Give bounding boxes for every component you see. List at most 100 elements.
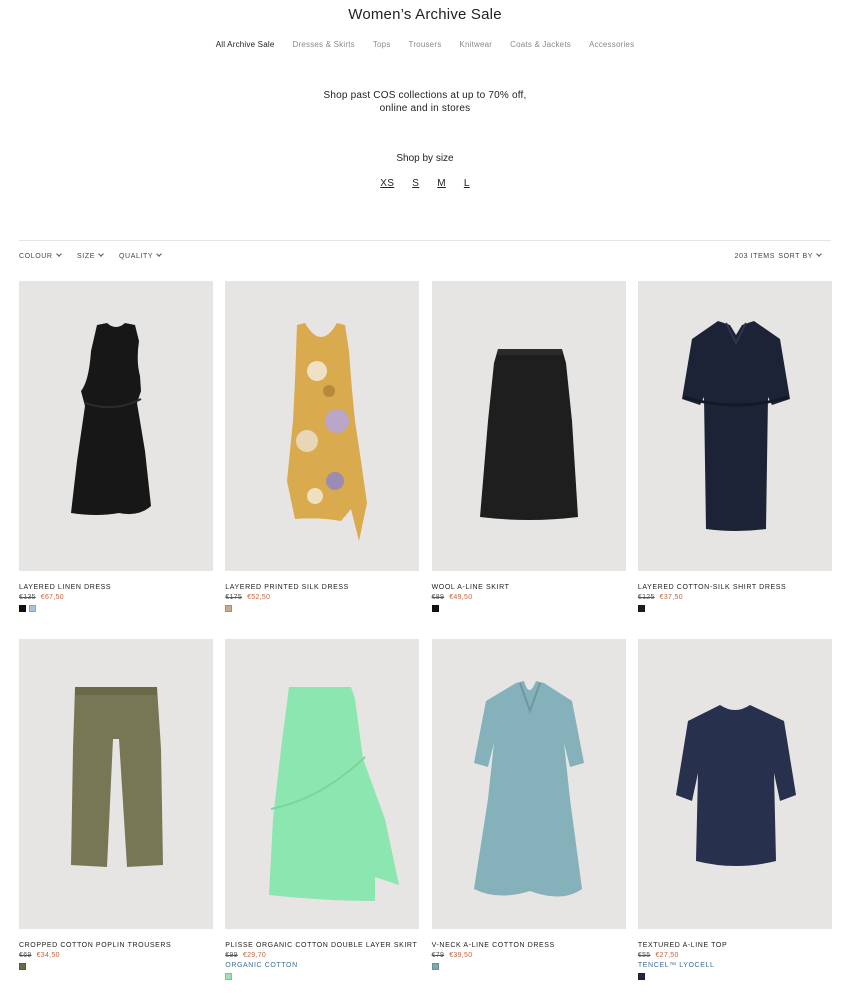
- colour-swatch[interactable]: [29, 605, 36, 612]
- colour-swatch[interactable]: [431, 605, 439, 612]
- product-image[interactable]: [431, 639, 626, 929]
- product-card[interactable]: WOOL A-LINE SKIRT €89 €49,50: [431, 281, 626, 612]
- sale-price: €49,50: [449, 594, 473, 601]
- product-card[interactable]: LAYERED PRINTED SILK DRESS €175 €52,50: [225, 281, 420, 612]
- original-price: €89: [431, 594, 445, 601]
- colour-filter-label: COLOUR: [19, 253, 53, 260]
- original-price: €99: [225, 952, 238, 959]
- category-link-tops[interactable]: Tops: [373, 40, 391, 49]
- category-link-knitwear[interactable]: Knitwear: [459, 40, 492, 49]
- colour-swatch[interactable]: [19, 605, 26, 612]
- material-tag[interactable]: TENCEL™ LYOCELL: [638, 962, 832, 969]
- product-prices: €69 €34,50: [19, 952, 213, 959]
- quality-filter-label: QUALITY: [119, 253, 154, 260]
- category-link-accessories[interactable]: Accessories: [589, 40, 634, 49]
- product-prices: €175 €52,50: [225, 594, 419, 601]
- sale-price: €27,50: [655, 952, 679, 959]
- size-links: XS S M L: [0, 178, 850, 189]
- colour-swatches: [225, 605, 419, 612]
- chevron-down-icon: [156, 251, 162, 257]
- promo-line-1: Shop past COS collections at up to 70% o…: [323, 90, 527, 101]
- colour-swatch[interactable]: [225, 605, 233, 612]
- product-prices: €89 €49,50: [432, 594, 626, 601]
- product-image[interactable]: [637, 281, 832, 571]
- product-prices: €55 €27,50: [638, 952, 832, 959]
- product-image[interactable]: [225, 639, 420, 929]
- category-link-coats-jackets[interactable]: Coats & Jackets: [510, 40, 571, 49]
- product-image-graphic: [71, 687, 163, 867]
- colour-swatch[interactable]: [19, 963, 26, 970]
- colour-swatches: [19, 963, 213, 970]
- product-prices: €125 €37,50: [638, 594, 832, 601]
- sale-price: €37,50: [659, 594, 683, 601]
- colour-swatch[interactable]: [637, 973, 645, 980]
- product-card[interactable]: PLISSE ORGANIC COTTON DOUBLE LAYER SKIRT…: [225, 639, 420, 980]
- chevron-down-icon: [816, 251, 822, 257]
- product-name[interactable]: WOOL A-LINE SKIRT: [432, 584, 626, 591]
- product-image-graphic: [479, 349, 578, 520]
- product-image-graphic: [269, 687, 400, 901]
- chevron-down-icon: [55, 251, 62, 257]
- size-link-m[interactable]: M: [437, 178, 446, 189]
- product-image-graphic: [681, 321, 790, 531]
- material-tag[interactable]: ORGANIC COTTON: [225, 962, 419, 969]
- colour-swatch[interactable]: [637, 605, 645, 612]
- product-card[interactable]: TEXTURED A-LINE TOP €55 €27,50 TENCEL™ LYOC…: [637, 639, 832, 980]
- product-image[interactable]: [637, 639, 832, 929]
- product-image[interactable]: [225, 281, 420, 571]
- category-link-all-archive-sale[interactable]: All Archive Sale: [216, 40, 275, 49]
- size-link-s[interactable]: S: [412, 178, 419, 189]
- sale-price: €67,50: [40, 594, 64, 601]
- colour-swatches: [431, 963, 626, 970]
- size-filter[interactable]: SIZE: [77, 251, 104, 260]
- sort-label: SORT BY: [778, 253, 813, 260]
- product-prices: €135 €67,50: [19, 594, 213, 601]
- product-image-graphic: [473, 681, 584, 897]
- chevron-down-icon: [98, 251, 104, 257]
- size-filter-label: SIZE: [77, 253, 95, 260]
- product-name[interactable]: TEXTURED A-LINE TOP: [638, 942, 832, 949]
- product-image-graphic: [287, 323, 368, 541]
- product-name[interactable]: LAYERED LINEN DRESS: [19, 584, 213, 591]
- original-price: €125: [637, 594, 655, 601]
- product-prices: €79 €39,50: [432, 952, 626, 959]
- category-link-dresses-skirts[interactable]: Dresses & Skirts: [293, 40, 355, 49]
- page-title: Women’s Archive Sale: [348, 6, 502, 23]
- product-name[interactable]: LAYERED COTTON-SILK SHIRT DRESS: [638, 584, 832, 591]
- colour-swatches: [19, 605, 213, 612]
- product-name[interactable]: V-NECK A-LINE COTTON DRESS: [432, 942, 626, 949]
- product-card[interactable]: LAYERED COTTON-SILK SHIRT DRESS €125 €37,5…: [637, 281, 832, 612]
- colour-swatches: [637, 973, 832, 980]
- original-price: €135: [19, 594, 36, 601]
- sort-dropdown[interactable]: SORT BY: [778, 251, 822, 260]
- original-price: €55: [637, 952, 651, 959]
- original-price: €79: [431, 952, 445, 959]
- colour-swatches: [225, 973, 419, 980]
- filter-bar: COLOUR SIZE QUALITY 203 ITEMS SORT BY: [19, 251, 831, 265]
- promo-line-2: online and in stores: [379, 103, 471, 114]
- product-image[interactable]: [19, 281, 213, 571]
- colour-swatch[interactable]: [431, 963, 439, 970]
- product-name[interactable]: LAYERED PRINTED SILK DRESS: [225, 584, 419, 591]
- colour-swatch[interactable]: [225, 973, 233, 980]
- quality-filter[interactable]: QUALITY: [119, 251, 162, 260]
- product-prices: €99 €29,70: [225, 952, 419, 959]
- category-link-trousers[interactable]: Trousers: [409, 40, 442, 49]
- colour-swatches: [431, 605, 626, 612]
- product-image[interactable]: [431, 281, 626, 571]
- product-name[interactable]: PLISSE ORGANIC COTTON DOUBLE LAYER SKIRT: [225, 942, 419, 949]
- sale-price: €34,50: [36, 952, 60, 959]
- product-image-graphic: [675, 705, 796, 866]
- product-card[interactable]: CROPPED COTTON POPLIN TROUSERS €69 €34,50: [19, 639, 213, 970]
- size-link-xs[interactable]: XS: [380, 178, 394, 189]
- promo-text: Shop past COS collections at up to 70% o…: [0, 89, 850, 115]
- product-name[interactable]: CROPPED COTTON POPLIN TROUSERS: [19, 942, 213, 949]
- size-link-l[interactable]: L: [464, 178, 470, 189]
- divider: [19, 240, 831, 241]
- product-card[interactable]: V-NECK A-LINE COTTON DRESS €79 €39,50: [431, 639, 626, 970]
- original-price: €175: [225, 594, 243, 601]
- product-card[interactable]: LAYERED LINEN DRESS €135 €67,50: [19, 281, 213, 612]
- colour-filter[interactable]: COLOUR: [19, 251, 62, 260]
- product-image[interactable]: [19, 639, 213, 929]
- size-heading: Shop by size: [396, 153, 454, 164]
